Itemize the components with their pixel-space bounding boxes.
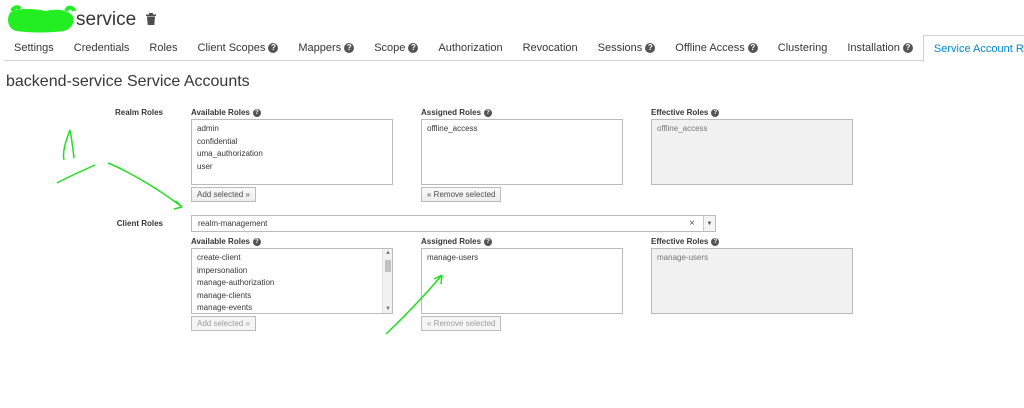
- question-circle-icon: ?: [747, 43, 758, 53]
- scroll-up-icon[interactable]: ▲: [385, 250, 391, 256]
- tab-label: Revocation: [522, 42, 578, 54]
- list-option[interactable]: manage-authorization: [197, 277, 378, 290]
- client-assigned-roles-list[interactable]: manage-users: [421, 248, 623, 314]
- realm-roles-label: Realm Roles: [114, 108, 163, 117]
- tab-label: Roles: [149, 42, 178, 54]
- tab-label: Client Scopes: [197, 42, 266, 54]
- list-option[interactable]: create-client: [197, 252, 378, 265]
- tab-label: Settings: [14, 42, 54, 54]
- client-tabs: Settings Credentials Roles Client Scopes…: [4, 35, 1024, 62]
- question-circle-icon: ?: [252, 108, 261, 117]
- tab-service-account-roles[interactable]: Service Account Roles?: [922, 35, 1024, 62]
- tab-label: Service Account Roles: [933, 42, 1024, 55]
- client-header: service: [6, 5, 157, 34]
- tab-roles[interactable]: Roles: [139, 35, 187, 61]
- tab-label: Sessions: [597, 42, 643, 54]
- column-label-text: Assigned Roles: [421, 237, 482, 246]
- list-option[interactable]: manage-users: [427, 252, 617, 265]
- question-circle-icon: ?: [711, 237, 720, 246]
- list-option[interactable]: manage-clients: [197, 290, 378, 303]
- client-assigned-roles-label: Assigned Roles?: [421, 237, 493, 246]
- column-label-text: Effective Roles: [651, 237, 709, 246]
- client-available-roles-list[interactable]: create-client impersonation manage-autho…: [191, 248, 393, 314]
- list-scrollbar[interactable]: ▲ ▼: [382, 249, 392, 313]
- tab-label: Installation: [847, 42, 900, 54]
- tab-label: Scope: [374, 42, 406, 54]
- tab-revocation[interactable]: Revocation: [513, 35, 588, 61]
- realm-effective-roles-label: Effective Roles?: [651, 108, 720, 117]
- realm-available-roles-list[interactable]: admin confidential uma_authorization use…: [191, 119, 393, 185]
- realm-add-selected-button[interactable]: Add selected »: [191, 187, 256, 202]
- tab-sessions[interactable]: Sessions?: [588, 35, 666, 61]
- client-effective-roles-label: Effective Roles?: [651, 237, 720, 246]
- tab-settings[interactable]: Settings: [4, 35, 64, 61]
- question-circle-icon: ?: [268, 43, 279, 53]
- tab-authorization[interactable]: Authorization: [428, 35, 512, 61]
- realm-available-roles-label: Available Roles?: [191, 108, 261, 117]
- list-option[interactable]: uma_authorization: [197, 148, 387, 161]
- tab-label: Credentials: [73, 42, 130, 54]
- trash-icon[interactable]: [146, 12, 157, 30]
- tab-clustering[interactable]: Clustering: [768, 35, 838, 61]
- list-option[interactable]: impersonation: [197, 265, 378, 278]
- list-option[interactable]: admin: [197, 123, 387, 136]
- realm-assigned-roles-list[interactable]: offline_access: [421, 119, 623, 185]
- client-add-selected-button[interactable]: Add selected »: [191, 316, 256, 331]
- caret-down-icon[interactable]: ▼: [703, 216, 715, 231]
- question-circle-icon: ?: [484, 237, 493, 246]
- tab-client-scopes[interactable]: Client Scopes?: [188, 35, 289, 61]
- question-circle-icon: ?: [711, 108, 720, 117]
- question-circle-icon: ?: [902, 43, 913, 53]
- clear-icon[interactable]: ×: [689, 218, 695, 229]
- tab-scope[interactable]: Scope?: [364, 35, 428, 61]
- client-remove-selected-button[interactable]: « Remove selected: [421, 316, 502, 331]
- client-available-roles-label: Available Roles?: [191, 237, 261, 246]
- page-title: backend-service Service Accounts: [6, 73, 250, 90]
- list-option: offline_access: [657, 124, 708, 133]
- client-select-value: realm-management: [198, 219, 268, 228]
- annotation-scribbles: [56, 129, 443, 335]
- list-option[interactable]: offline_access: [427, 123, 617, 136]
- tab-label: Offline Access: [675, 42, 745, 54]
- question-circle-icon: ?: [484, 108, 493, 117]
- question-circle-icon: ?: [252, 237, 261, 246]
- list-option[interactable]: user: [197, 161, 387, 174]
- scroll-down-icon[interactable]: ▼: [385, 306, 391, 312]
- question-circle-icon: ?: [645, 43, 656, 53]
- tab-label: Authorization: [438, 42, 503, 54]
- question-circle-icon: ?: [344, 43, 355, 53]
- column-label-text: Available Roles: [191, 108, 250, 117]
- question-circle-icon: ?: [408, 43, 419, 53]
- column-label-text: Effective Roles: [651, 108, 709, 117]
- realm-effective-roles-list: offline_access: [651, 119, 853, 185]
- client-roles-label: Client Roles: [116, 219, 163, 228]
- client-effective-roles-list: manage-users: [651, 248, 853, 314]
- tab-credentials[interactable]: Credentials: [64, 35, 140, 61]
- client-select[interactable]: realm-management × ▼: [191, 215, 716, 232]
- scroll-thumb[interactable]: [385, 260, 391, 272]
- redaction-mark: [6, 5, 76, 33]
- tab-mappers[interactable]: Mappers?: [288, 35, 364, 61]
- realm-assigned-roles-label: Assigned Roles?: [421, 108, 493, 117]
- list-option: manage-users: [657, 253, 709, 262]
- list-option[interactable]: manage-events: [197, 302, 378, 313]
- tab-offline-access[interactable]: Offline Access?: [665, 35, 768, 61]
- tab-installation[interactable]: Installation?: [837, 35, 923, 61]
- column-label-text: Available Roles: [191, 237, 250, 246]
- client-name: service: [76, 9, 137, 30]
- tab-label: Mappers: [298, 42, 342, 54]
- column-label-text: Assigned Roles: [421, 108, 482, 117]
- tab-label: Clustering: [777, 42, 828, 54]
- list-option[interactable]: confidential: [197, 136, 387, 149]
- realm-remove-selected-button[interactable]: « Remove selected: [421, 187, 502, 202]
